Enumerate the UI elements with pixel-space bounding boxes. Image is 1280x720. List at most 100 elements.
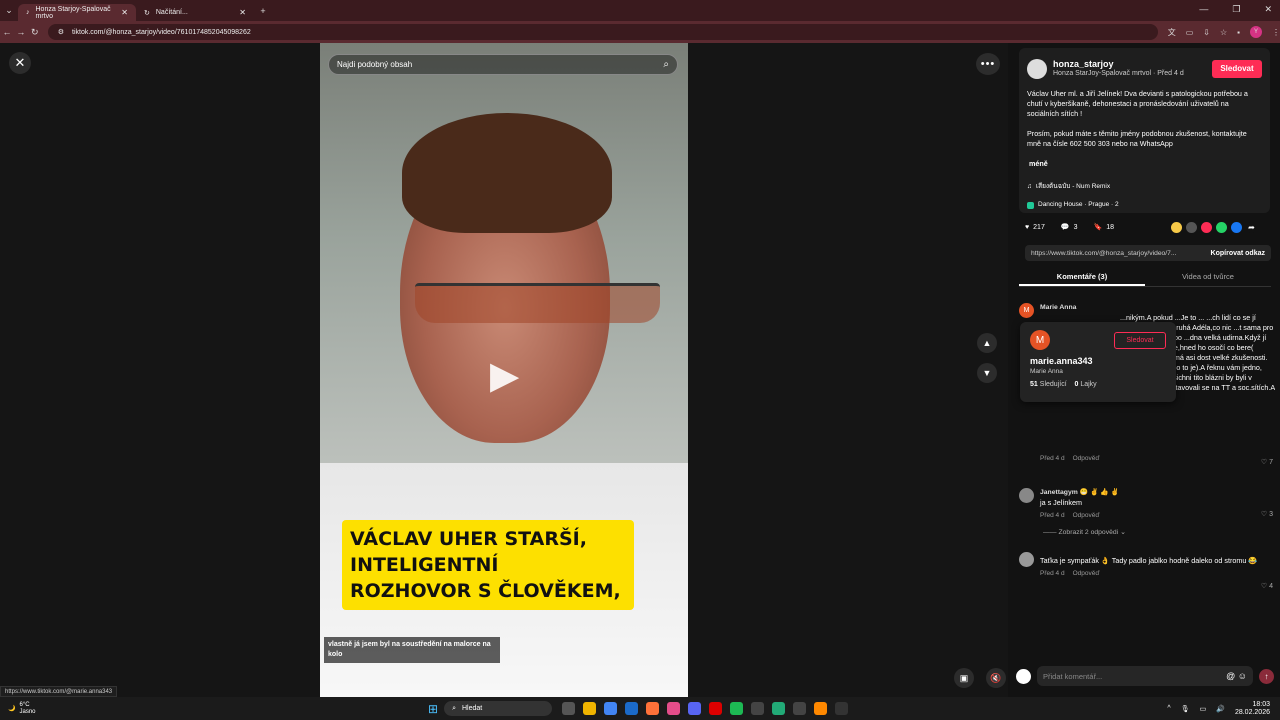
chevron-up-icon[interactable]: ^ bbox=[1167, 705, 1170, 712]
whatsapp-icon[interactable] bbox=[1216, 222, 1227, 233]
url-field[interactable]: ⚙ tiktok.com/@honza_starjoy/video/761017… bbox=[47, 24, 1158, 40]
reply-button[interactable]: Odpověď bbox=[1073, 569, 1100, 579]
search-icon[interactable]: ⌕ bbox=[663, 59, 669, 70]
heart-icon: ♥ bbox=[1025, 223, 1030, 231]
new-tab-button[interactable]: + bbox=[254, 6, 272, 16]
browser-icon[interactable] bbox=[667, 702, 681, 715]
music-row[interactable]: ♫ เสียงต้นฉบับ - Num Remix bbox=[1027, 182, 1262, 192]
site-info-icon[interactable]: ⚙ bbox=[58, 28, 64, 36]
repost-icon[interactable] bbox=[1171, 222, 1182, 233]
taskbar-search[interactable]: ⌕ Hledat bbox=[444, 701, 553, 716]
settings-icon[interactable] bbox=[835, 702, 849, 715]
minimize-icon[interactable]: — bbox=[1199, 4, 1208, 15]
reload-icon[interactable]: ↻ bbox=[28, 27, 42, 38]
send-comment-button[interactable]: ↑ bbox=[1259, 668, 1274, 684]
avatar[interactable] bbox=[1019, 488, 1034, 503]
tab-list-button[interactable]: ⌄ bbox=[0, 5, 18, 16]
caption-line-1: VÁCLAV UHER STARŠÍ, bbox=[350, 528, 587, 550]
comment-input[interactable]: Přidat komentář... @ ☺ bbox=[1037, 666, 1253, 686]
opera-icon[interactable] bbox=[709, 702, 723, 715]
popup-follow-button[interactable]: Sledovat bbox=[1114, 331, 1166, 349]
follow-button[interactable]: Sledovat bbox=[1212, 60, 1262, 78]
reply-button[interactable]: Odpověď bbox=[1073, 454, 1100, 464]
view-replies-button[interactable]: —— Zobrazit 2 odpovědi ⌄ bbox=[1043, 528, 1275, 538]
task-view-icon[interactable] bbox=[562, 702, 576, 715]
search-placeholder: Najdi podobný obsah bbox=[337, 60, 413, 69]
menu-icon[interactable]: ⋮ bbox=[1272, 28, 1280, 37]
bookmark-star-icon[interactable]: ☆ bbox=[1220, 28, 1227, 37]
avatar[interactable]: M bbox=[1030, 330, 1050, 350]
file-explorer-icon[interactable] bbox=[583, 702, 597, 715]
close-window-icon[interactable]: ✕ bbox=[1264, 4, 1272, 15]
taskbar-apps bbox=[562, 702, 849, 715]
facebook-icon[interactable] bbox=[1231, 222, 1242, 233]
share-arrow-icon[interactable]: ➦ bbox=[1246, 222, 1257, 233]
tab-tiktok[interactable]: ♪ Honza Starjoy-Spalovač mrtvo ✕ bbox=[18, 4, 136, 21]
back-icon[interactable]: ← bbox=[0, 27, 14, 37]
show-less-button[interactable]: méně bbox=[1029, 159, 1262, 169]
likes-label: Lajky bbox=[1080, 381, 1097, 388]
firefox-icon[interactable] bbox=[646, 702, 660, 715]
download-icon[interactable]: ⇩ bbox=[1203, 28, 1210, 37]
close-tab-icon[interactable]: ✕ bbox=[121, 8, 128, 17]
save-stat[interactable]: 🔖 18 bbox=[1093, 223, 1114, 232]
mic-icon[interactable]: 🎙 bbox=[1181, 705, 1190, 713]
send-icon[interactable] bbox=[1201, 222, 1212, 233]
network-icon[interactable]: ▭ bbox=[1200, 705, 1207, 713]
comment-author[interactable]: Janettagym 😁 ✌️ 👍 ✌️ bbox=[1040, 488, 1275, 498]
popup-handle[interactable]: marie.anna343 bbox=[1030, 356, 1166, 366]
profile-avatar[interactable]: Y bbox=[1250, 26, 1262, 38]
chevron-down-icon[interactable]: ▼ bbox=[977, 363, 997, 383]
chrome-icon[interactable] bbox=[604, 702, 618, 715]
comment-like[interactable]: ♡ 3 bbox=[1261, 510, 1273, 520]
pip-icon[interactable]: ▣ bbox=[954, 668, 974, 688]
restore-icon[interactable]: ❐ bbox=[1232, 4, 1240, 15]
comment-like[interactable]: ♡ 4 bbox=[1261, 582, 1273, 592]
comment-author[interactable]: Marie Anna bbox=[1040, 303, 1275, 313]
play-icon[interactable]: ▶ bbox=[490, 353, 519, 398]
discord-icon[interactable] bbox=[688, 702, 702, 715]
post-link[interactable]: https://www.tiktok.com/@honza_starjoy/vi… bbox=[1031, 250, 1176, 257]
windows-start-icon[interactable]: ⊞ bbox=[428, 702, 438, 716]
similar-search-input[interactable]: Najdi podobný obsah ⌕ bbox=[328, 54, 678, 75]
copy-link-button[interactable]: Kopírovat odkaz bbox=[1211, 250, 1265, 257]
location-row[interactable]: Dancing House · Prague · 2 bbox=[1027, 200, 1262, 210]
video-player[interactable]: ▶ VÁCLAV UHER STARŠÍ, INTELIGENTNÍ ROZHO… bbox=[320, 43, 688, 697]
clock[interactable]: 18:03 28.02.2026 bbox=[1235, 701, 1270, 717]
cast-icon[interactable]: ▭ bbox=[1186, 28, 1194, 37]
extension-icon[interactable]: ▪ bbox=[1237, 28, 1240, 37]
like-stat[interactable]: ♥ 217 bbox=[1025, 224, 1045, 231]
vlc-icon[interactable] bbox=[814, 702, 828, 715]
volume-icon[interactable]: 🔊 bbox=[1216, 705, 1225, 713]
chevron-up-icon[interactable]: ▲ bbox=[977, 333, 997, 353]
comment-count: 3 bbox=[1073, 223, 1078, 231]
taskbar: 🌙 6°C Jasno ⊞ ⌕ Hledat ^ 🎙 ▭ 🔊 18:03 28.… bbox=[0, 697, 1280, 720]
mention-emoji-icon[interactable]: @ ☺ bbox=[1226, 671, 1247, 681]
avatar[interactable]: M bbox=[1019, 303, 1034, 318]
embed-icon[interactable] bbox=[1186, 222, 1197, 233]
followers-label: Sledující bbox=[1039, 381, 1067, 388]
app-icon[interactable] bbox=[772, 702, 786, 715]
spotify-icon[interactable] bbox=[730, 702, 744, 715]
more-options-icon[interactable]: ••• bbox=[976, 53, 1000, 75]
steam-icon[interactable] bbox=[625, 702, 639, 715]
author-username[interactable]: honza_starjoy bbox=[1053, 59, 1184, 69]
weather-temp: 6°C bbox=[19, 701, 30, 708]
capcut-icon[interactable] bbox=[751, 702, 765, 715]
tab-loading[interactable]: ↻ Načítání... ✕ bbox=[136, 4, 254, 21]
translate-icon[interactable]: 文 bbox=[1168, 27, 1176, 38]
forward-icon[interactable]: → bbox=[14, 27, 28, 37]
close-tab-icon[interactable]: ✕ bbox=[239, 8, 246, 17]
reply-button[interactable]: Odpověď bbox=[1073, 511, 1100, 521]
avatar[interactable] bbox=[1027, 59, 1047, 79]
tab-creator-videos[interactable]: Videa od tvůrce bbox=[1145, 267, 1271, 286]
close-icon[interactable]: ✕ bbox=[9, 52, 31, 74]
panel-tabs: Komentáře (3) Videa od tvůrce bbox=[1019, 267, 1271, 287]
comment-stat[interactable]: 💬 3 bbox=[1061, 223, 1078, 232]
capcut-icon[interactable] bbox=[793, 702, 807, 715]
weather-widget[interactable]: 🌙 6°C Jasno bbox=[8, 702, 128, 716]
comment-like[interactable]: ♡ 7 bbox=[1261, 458, 1273, 468]
tab-comments[interactable]: Komentáře (3) bbox=[1019, 267, 1145, 286]
avatar[interactable] bbox=[1019, 552, 1034, 567]
mute-icon[interactable]: 🔇 bbox=[986, 668, 1006, 688]
